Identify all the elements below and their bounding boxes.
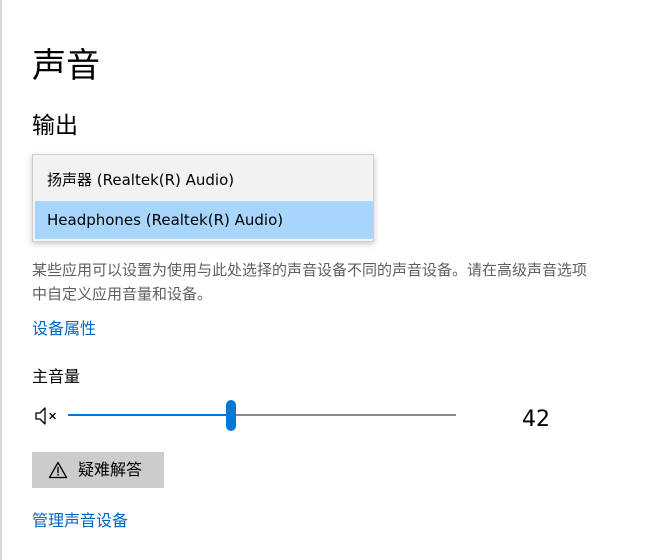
speaker-muted-icon[interactable] [34,406,62,426]
device-properties-link[interactable]: 设备属性 [32,317,96,341]
slider-fill [68,414,231,416]
slider-thumb[interactable] [225,400,236,431]
window-left-border [0,0,2,560]
manage-sound-devices-link[interactable]: 管理声音设备 [32,509,128,533]
page-title: 声音 [32,46,100,86]
sound-settings-page: 声音 输出 扬声器 (Realtek(R) Audio) Headphones … [0,0,650,560]
master-volume-slider[interactable] [68,400,456,432]
dropdown-option-speakers[interactable]: 扬声器 (Realtek(R) Audio) [35,161,373,199]
master-volume-label: 主音量 [32,367,81,386]
output-section-title: 输出 [32,113,78,139]
output-device-dropdown[interactable]: 扬声器 (Realtek(R) Audio) Headphones (Realt… [32,154,374,242]
master-volume-value: 42 [522,407,550,432]
troubleshoot-button[interactable]: 疑难解答 [32,452,164,488]
warning-icon [48,461,68,479]
dropdown-option-headphones[interactable]: Headphones (Realtek(R) Audio) [35,201,373,239]
troubleshoot-button-label: 疑难解答 [78,460,143,479]
output-description-text: 某些应用可以设置为使用与此处选择的声音设备不同的声音设备。请在高级声音选项中自定… [32,261,588,303]
